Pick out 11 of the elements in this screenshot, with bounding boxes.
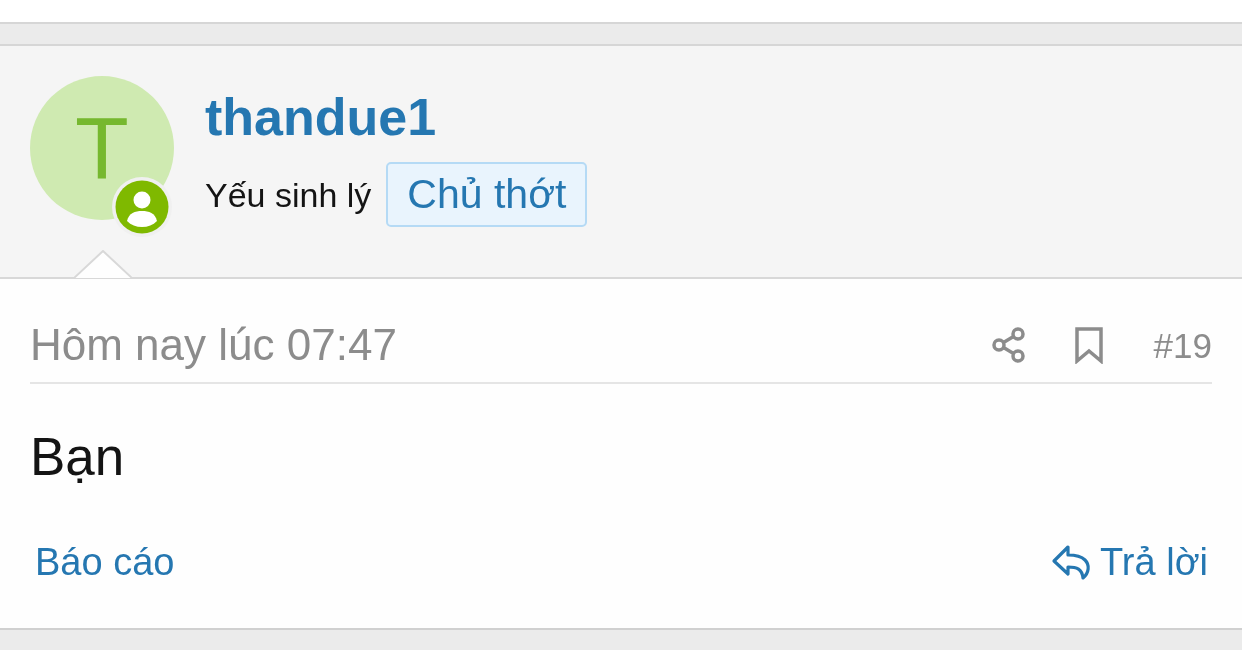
reply-link[interactable]: Trả lời (1051, 543, 1208, 581)
user-title: Yếu sinh lý (205, 177, 372, 212)
user-badge: Chủ thớt (386, 162, 588, 227)
share-icon[interactable] (991, 327, 1025, 363)
post-body-text: Bạn (30, 430, 125, 483)
report-link[interactable]: Báo cáo (35, 543, 175, 581)
bookmark-icon[interactable] (1074, 326, 1103, 364)
username-link[interactable]: thandue1 (205, 91, 437, 143)
post-date-link[interactable]: Hôm nay lúc 07:47 (30, 323, 397, 367)
post-number-link[interactable]: #19 (1153, 327, 1212, 363)
reply-icon (1051, 543, 1093, 581)
